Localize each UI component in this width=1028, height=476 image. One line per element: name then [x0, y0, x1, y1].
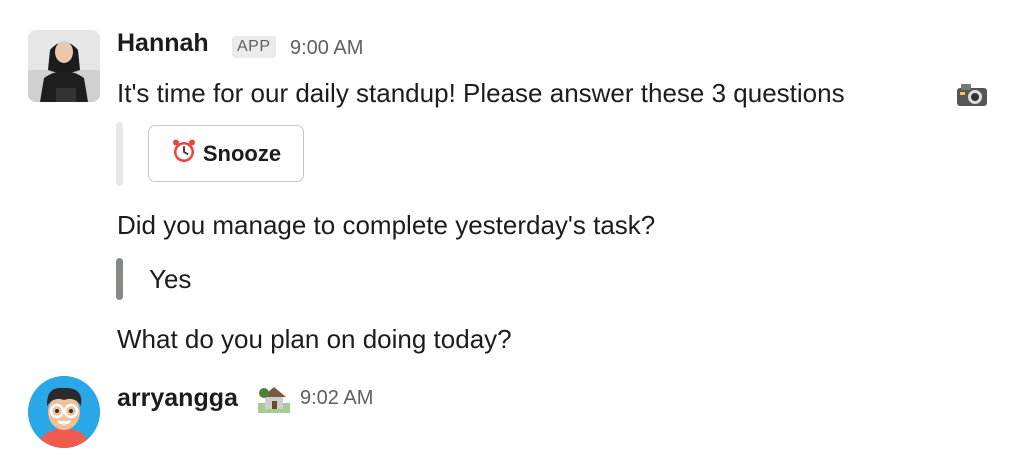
app-badge: APP	[232, 36, 276, 58]
message-text: It's time for our daily standup! Please …	[117, 78, 845, 108]
message-timestamp[interactable]: 9:02 AM	[300, 387, 373, 410]
camera-with-flash-icon	[955, 81, 989, 114]
cartoon-avatar-icon	[28, 376, 100, 448]
answer-quote-bar	[116, 258, 123, 300]
sender-name[interactable]: arryangga	[117, 384, 238, 413]
attachment-bar	[116, 122, 123, 186]
standup-question-1: Did you manage to complete yesterday's t…	[117, 210, 656, 240]
snooze-button[interactable]: Snooze	[148, 125, 304, 182]
house-with-garden-icon	[258, 383, 290, 418]
message-arryangga: arryangga 9:02 AM	[0, 370, 1028, 476]
sender-name[interactable]: Hannah	[117, 29, 209, 58]
alarm-clock-icon	[171, 138, 197, 170]
message-timestamp[interactable]: 9:00 AM	[290, 37, 363, 60]
standup-answer-1: Yes	[149, 264, 192, 294]
snooze-button-label: Snooze	[202, 140, 282, 166]
avatar-arryangga[interactable]	[28, 376, 100, 448]
avatar-hannah[interactable]	[28, 30, 100, 102]
message-hannah: Hannah APP 9:00 AM It's time for our dai…	[0, 0, 1028, 370]
standup-question-2: What do you plan on doing today?	[117, 324, 512, 354]
user-photo-icon	[28, 30, 100, 102]
